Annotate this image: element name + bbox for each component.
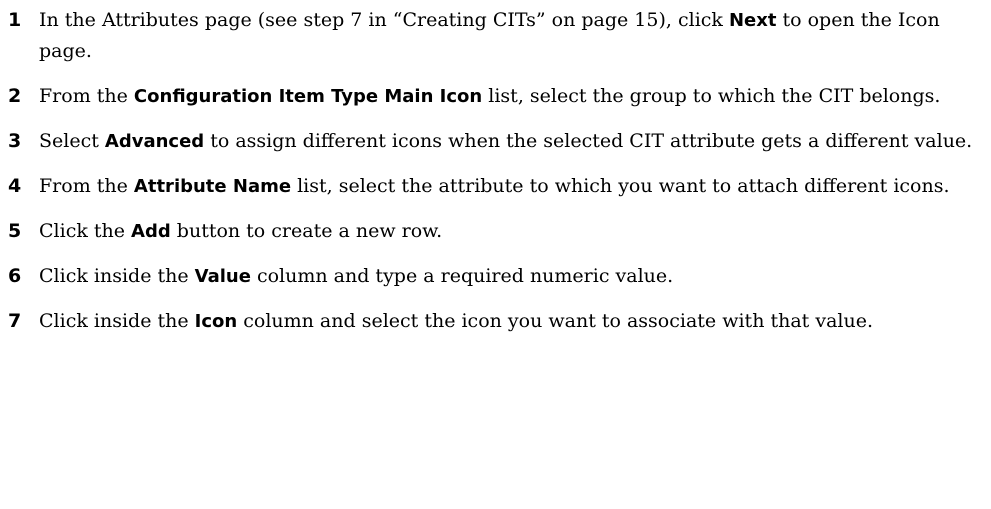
step-text: In the Attributes page (see step 7 in “C… xyxy=(39,9,729,31)
step-2: 2 From the Configuration Item Type Main I… xyxy=(8,81,983,112)
step-6: 6 Click inside the Value column and type … xyxy=(8,261,983,292)
step-number: 7 xyxy=(8,310,22,332)
ui-term: Add xyxy=(131,221,171,242)
step-number: 3 xyxy=(8,130,22,152)
step-text: Click inside the xyxy=(39,310,195,332)
step-text: From the xyxy=(39,85,134,107)
step-text: Click inside the xyxy=(39,265,195,287)
step-5: 5 Click the Add button to create a new ro… xyxy=(8,216,983,247)
step-7: 7 Click inside the Icon column and select… xyxy=(8,306,983,337)
ui-term: Icon xyxy=(194,311,238,332)
step-text: column and select the icon you want to a… xyxy=(237,310,873,332)
ui-term: Next xyxy=(728,10,777,31)
step-3: 3 Select Advanced to assign different ico… xyxy=(8,126,983,157)
step-text: column and type a required numeric value… xyxy=(250,265,674,287)
ui-term: Value xyxy=(194,266,251,287)
ui-term: Attribute Name xyxy=(133,176,292,197)
step-text: Select xyxy=(39,130,105,152)
step-text: button to create a new row. xyxy=(170,220,443,242)
step-text: list, select the group to which the CIT … xyxy=(482,85,941,107)
step-text: to assign different icons when the selec… xyxy=(204,130,973,152)
step-1: 1 In the Attributes page (see step 7 in “… xyxy=(8,5,983,67)
step-4: 4 From the Attribute Name list, select th… xyxy=(8,171,983,202)
step-number: 5 xyxy=(8,220,22,242)
step-text: list, select the attribute to which you … xyxy=(291,175,950,197)
step-number: 1 xyxy=(8,9,22,31)
step-text: Click the xyxy=(39,220,132,242)
ui-term: Configuration Item Type Main Icon xyxy=(133,86,483,107)
step-number: 6 xyxy=(8,265,22,287)
ui-term: Advanced xyxy=(104,131,205,152)
step-number: 4 xyxy=(8,175,22,197)
step-text: From the xyxy=(39,175,134,197)
procedure-steps: 1 In the Attributes page (see step 7 in “… xyxy=(8,5,983,351)
step-number: 2 xyxy=(8,85,22,107)
